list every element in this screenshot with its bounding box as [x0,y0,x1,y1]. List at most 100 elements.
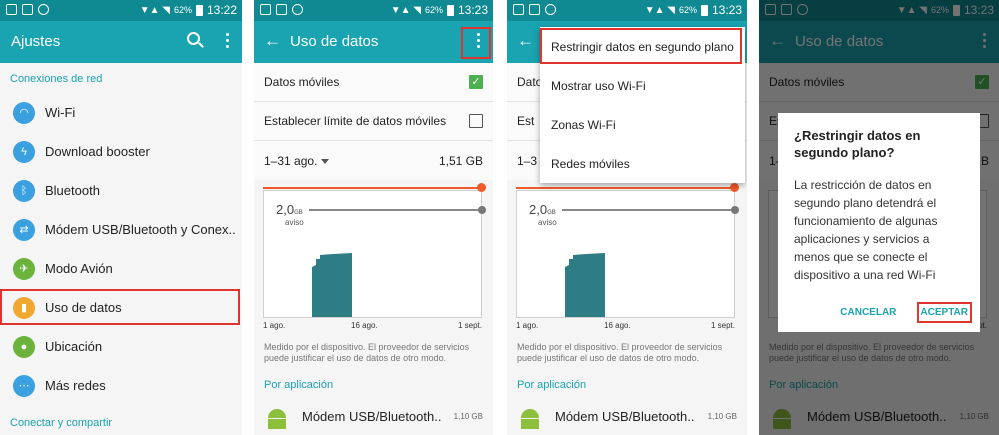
clock: 13:23 [457,3,488,17]
x-label: 1 ago. [263,321,286,330]
tethering-icon: ⇄ [13,218,35,241]
mobile-data-row[interactable]: Datos móviles ✓ [254,63,493,102]
limit-handle[interactable] [477,183,486,192]
cycle-selector[interactable]: 1–31 ago. [264,154,317,168]
dialog-title: ¿Restringir datos en segundo plano? [794,128,921,160]
status-bar: ▼▲ ◥62% 13:23 [507,0,747,21]
usage-bars [312,253,352,317]
app-name: Módem USB/Bluetooth.. [555,408,695,424]
warning-line [562,209,735,211]
x-label: 16 ago. [351,321,378,330]
menu-item-mobile-networks[interactable]: Redes móviles [540,144,745,183]
set-limit-label: Establecer límite de datos móviles [264,114,447,128]
app-size: 1,10 GB [707,411,737,421]
x-label: 16 ago. [604,321,631,330]
back-arrow-icon[interactable]: ← [517,31,534,51]
settings-item[interactable]: ϟ Download booster [0,132,242,171]
by-app-header: Por aplicación [517,379,587,391]
page-title: Ajustes [11,33,61,50]
settings-item-label: Modo Avión [45,261,113,276]
dialog-body: La restricción de datos en segundo plano… [794,178,938,282]
sync-icon [38,4,49,15]
bluetooth-icon: ᛒ [13,179,35,202]
page-title: Uso de datos [290,33,379,50]
settings-item[interactable]: ⇄ Módem USB/Bluetooth y Conex.. [0,210,242,249]
lightning-icon: ϟ [13,140,35,163]
settings-item[interactable]: ᛒ Bluetooth [0,171,242,210]
limit-handle[interactable] [730,183,739,192]
gallery-icon [276,4,287,15]
settings-item-label: Ubicación [45,339,103,354]
settings-item[interactable]: ⋯ Más redes [0,366,242,405]
app-usage-row[interactable]: Módem USB/Bluetooth.. 1,10 GB [254,391,493,429]
section-header-connect: Conectar y compartir [10,417,113,429]
status-bar: ▼▲ ◥ 62% 13:22 [0,0,242,21]
app-name: Módem USB/Bluetooth.. [302,408,442,424]
x-axis-labels: 1 ago. 16 ago. 1 sept. [263,318,482,332]
x-label: 1 ago. [516,321,539,330]
x-label: 1 sept. [457,321,482,330]
settings-item[interactable]: ✈ Modo Avión [0,249,242,288]
app-size: 1,10 GB [453,411,483,421]
settings-item[interactable]: ◠ Wi-Fi [0,93,242,132]
menu-item-hotspots[interactable]: Zonas Wi-Fi [540,105,745,144]
airplane-icon: ✈ [13,257,35,280]
settings-item[interactable]: ● Ubicación [0,327,242,366]
signal-icon: ▼▲ ◥ [390,4,421,16]
warning-value: 2,0GB [529,202,556,217]
warning-label: aviso [285,218,304,227]
location-icon: ● [13,335,35,358]
app-usage-row[interactable]: Módem USB/Bluetooth.. 1,10 GB [507,391,747,429]
signal-icon: ▼▲ ◥ [139,4,170,16]
menu-item-show-wifi[interactable]: Mostrar uso Wi-Fi [540,66,745,105]
warning-handle[interactable] [731,206,739,214]
x-axis-labels: 1 ago. 16 ago. 1 sept. [516,318,735,332]
usage-chart: 2,0GB aviso [516,183,739,318]
highlight-box [540,28,742,64]
battery-percent: 62% [173,5,192,15]
measure-note: Medido por el dispositivo. El proveedor … [264,342,470,363]
android-icon [266,405,288,429]
settings-list: ◠ Wi-Fi ϟ Download booster ᛒ Bluetooth ⇄ Módem … [0,93,242,405]
x-label: 1 sept. [710,321,735,330]
highlight-box [917,302,972,323]
sync-icon [545,4,556,15]
mail-icon [6,4,17,15]
signal-icon: ▼▲ ◥ [644,4,675,16]
mobile-data-checkbox[interactable]: ✓ [469,75,483,89]
android-icon [519,405,541,429]
chevron-down-icon [321,158,330,164]
warning-handle[interactable] [478,206,486,214]
data-usage-screen: ▼▲ ◥ 62% 13:23 ← Uso de datos Datos móvile… [254,0,493,435]
more-options-icon[interactable] [226,33,230,51]
settings-item-label: Módem USB/Bluetooth y Conex.. [45,222,236,237]
mail-icon [260,4,271,15]
limit-line [263,187,482,189]
clock: 13:22 [206,3,237,17]
more-networks-icon: ⋯ [13,374,35,397]
settings-item-label: Wi-Fi [45,105,76,120]
app-bar: ← Uso de datos [254,21,493,63]
data-usage-menu-screen: ▼▲ ◥ 62% 13:23 ← Dato Est 1–3 2,0GB aviso … [507,0,747,435]
search-icon[interactable] [187,32,200,45]
usage-bars [565,253,605,317]
sync-icon [292,4,303,15]
cancel-button[interactable]: CANCELAR [840,307,896,318]
set-limit-row[interactable]: Establecer límite de datos móviles [254,102,493,141]
battery-icon [700,4,708,16]
back-arrow-icon[interactable]: ← [264,31,281,51]
wifi-icon: ◠ [13,101,35,124]
highlight-box [461,27,491,59]
limit-line [516,187,735,189]
highlight-box [0,289,240,325]
section-header-network: Conexiones de red [10,73,103,85]
battery-percent: 62% [678,5,697,15]
settings-item-label: Download booster [45,144,150,159]
set-limit-checkbox[interactable] [469,114,483,128]
status-bar: ▼▲ ◥62% 13:23 [254,0,493,21]
cycle-row[interactable]: 1–31 ago. 1,51 GB [254,141,493,180]
restrict-dialog-screen: ▼▲ ◥62%13:23 ← Uso de datos Datos móvile… [759,0,999,435]
battery-percent: 62% [424,5,443,15]
gallery-icon [22,4,33,15]
settings-item-label: Bluetooth [45,183,100,198]
